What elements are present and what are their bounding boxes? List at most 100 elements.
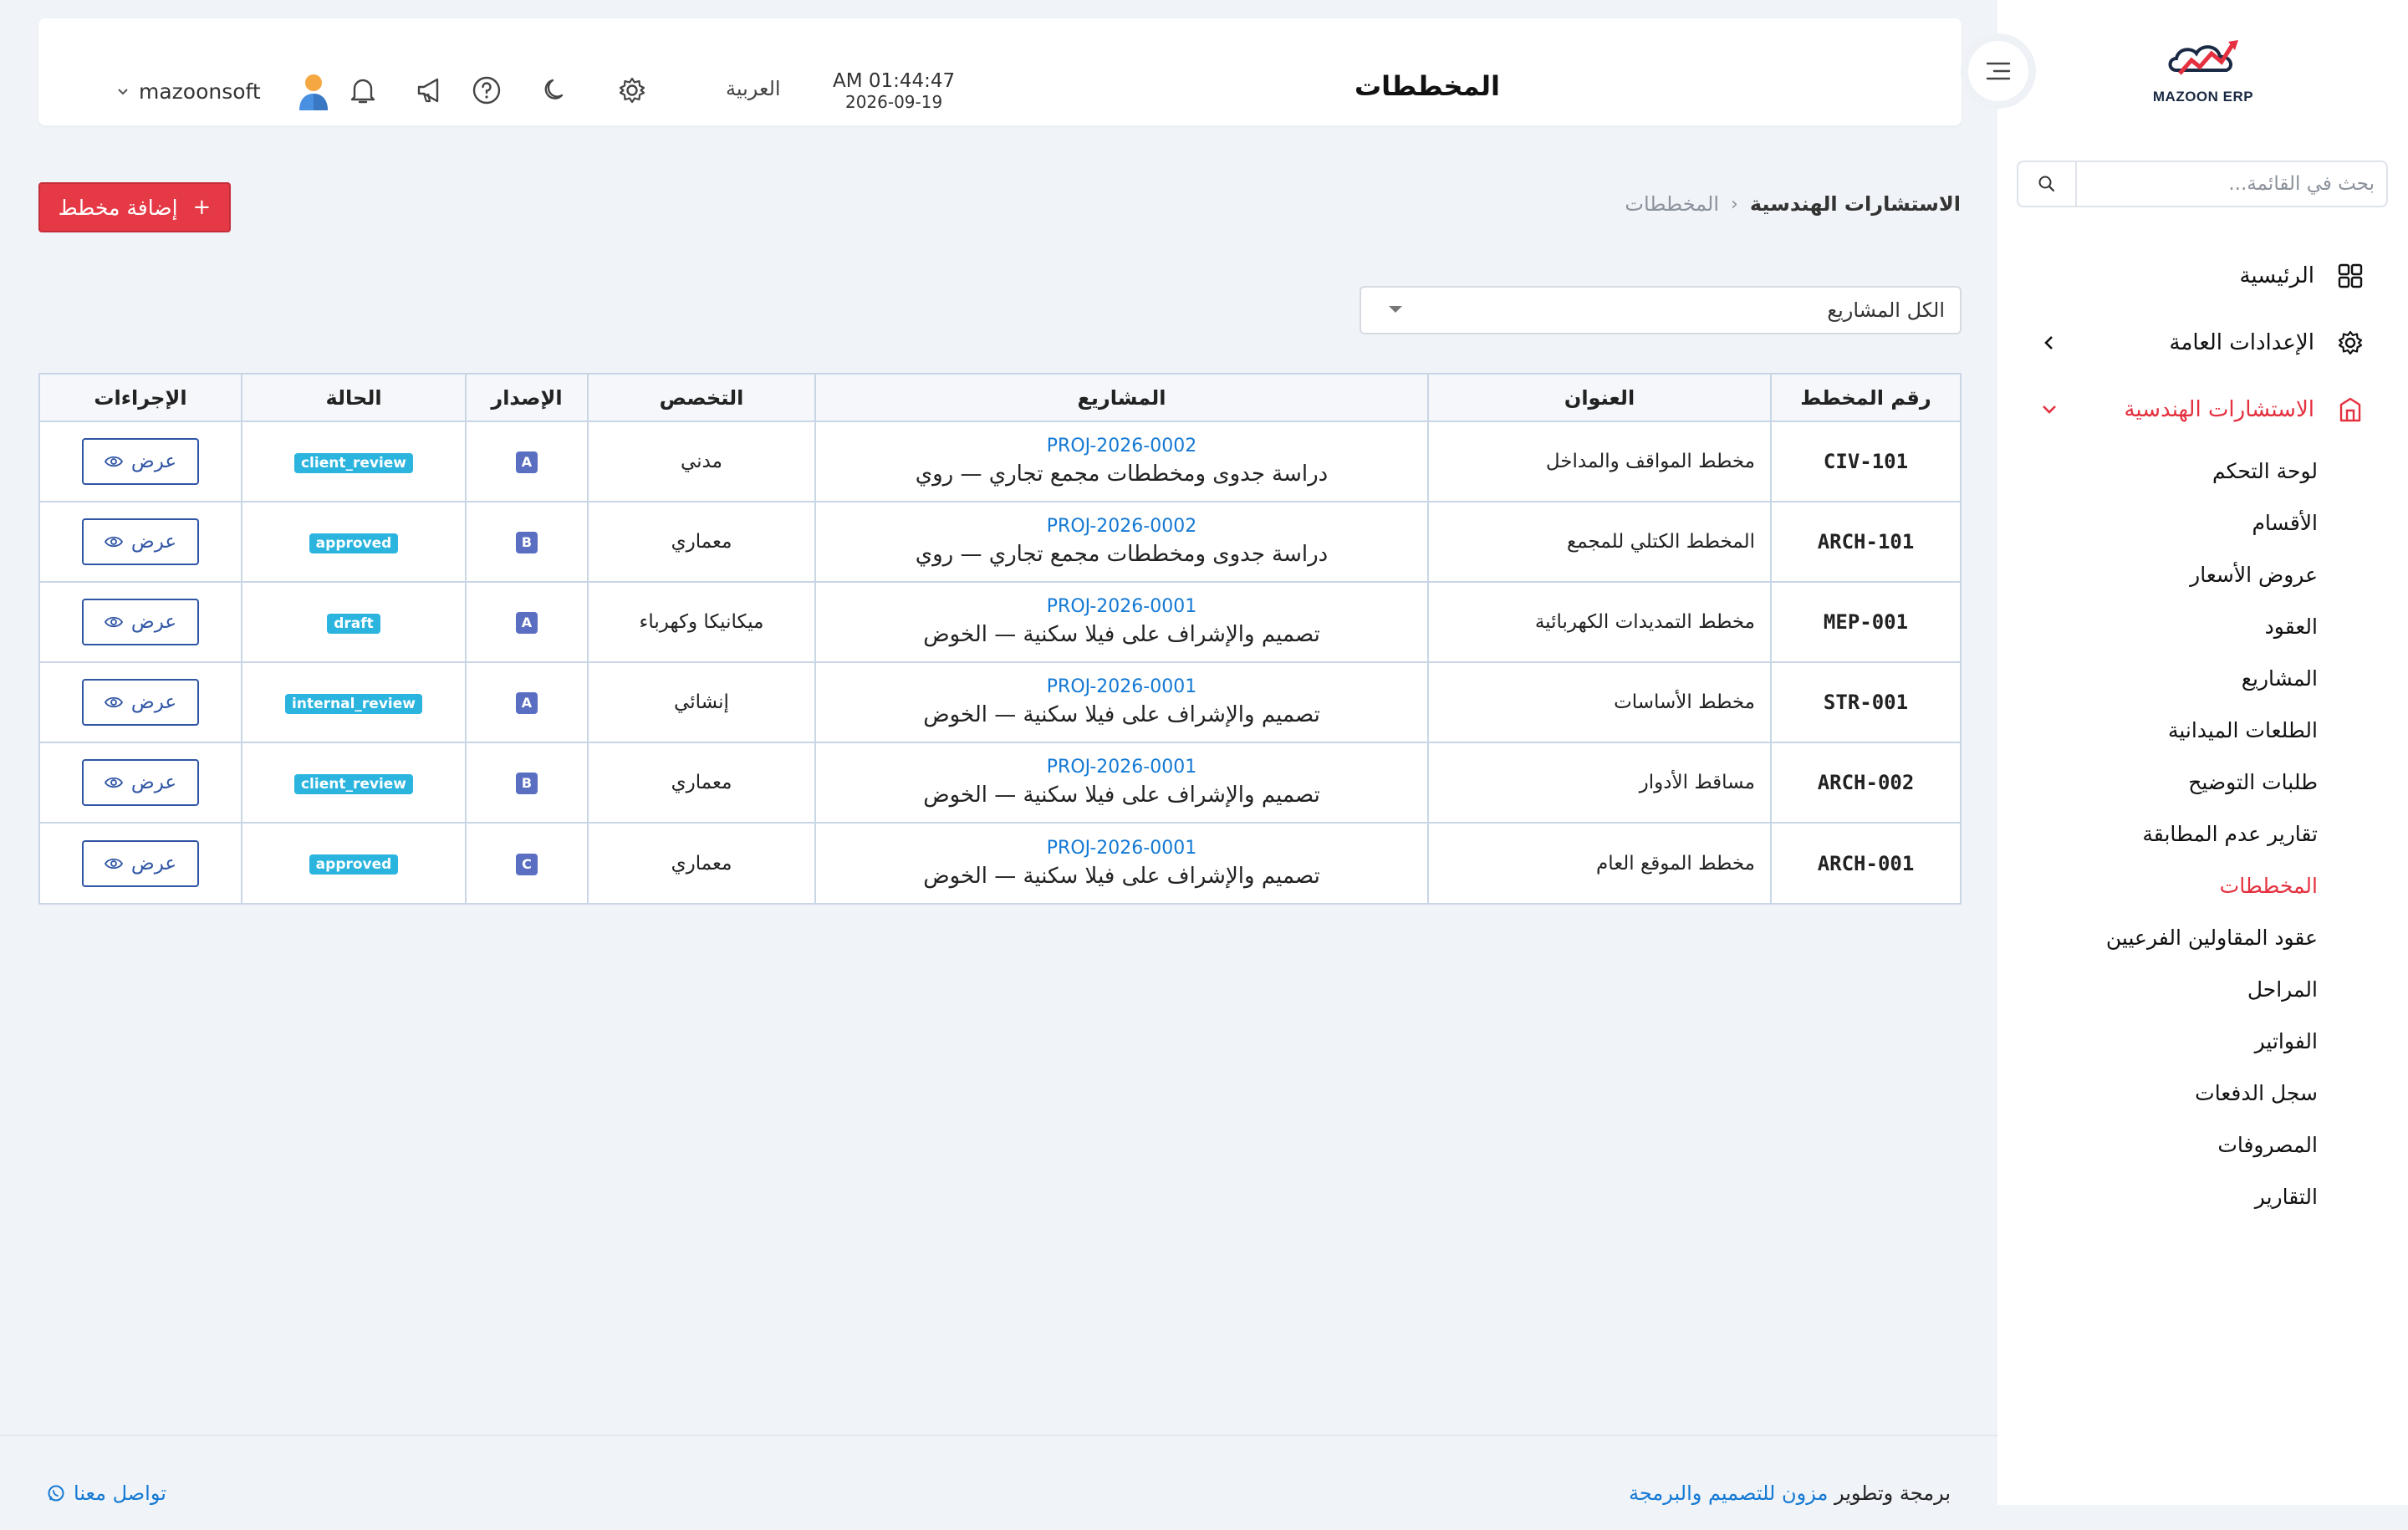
sidebar-subitem-dashboard[interactable]: لوحة التحكم (1997, 445, 2408, 497)
settings-gear-icon[interactable] (615, 74, 649, 107)
status-badge: draft (327, 613, 380, 634)
version-cell: B (465, 742, 588, 824)
table-row: STR-001 مخطط الأساسات PROJ-2026-0001 تصم… (40, 662, 1960, 743)
sidebar-subitem-drawings[interactable]: المخططات (1997, 859, 2408, 911)
project-name: تصميم والإشراف على فيلا سكنية — الخوض (923, 783, 1320, 808)
actions-cell: عرض (40, 662, 242, 743)
drawings-table: رقم المخطط العنوان المشاريع التخصص الإصد… (38, 373, 1962, 905)
view-button[interactable]: عرض (82, 679, 199, 726)
sidebar: MAZOON ERP الرئيسية الإعدادات العامة (1997, 0, 2408, 1505)
footer-credit-prefix: برمجة وتطوير (1834, 1482, 1951, 1505)
project-code-link[interactable]: PROJ-2026-0002 (816, 514, 1427, 539)
bell-icon[interactable] (346, 74, 380, 107)
project-cell: PROJ-2026-0002 دراسة جدوى ومخططات مجمع ت… (814, 421, 1428, 502)
sidebar-subitem-ncr[interactable]: تقارير عدم المطابقة (1997, 808, 2408, 859)
status-cell: internal_review (241, 662, 466, 743)
status-badge: client_review (293, 452, 414, 473)
sidebar-subitem-subcontracts[interactable]: عقود المقاولين الفرعيين (1997, 911, 2408, 963)
sidebar-toggle[interactable] (1961, 33, 2036, 109)
col-header-title: العنوان (1427, 375, 1771, 422)
project-filter-select[interactable]: الكل المشاريع (1360, 286, 1962, 334)
logo[interactable]: MAZOON ERP (2149, 37, 2258, 112)
plus-icon: + (192, 195, 212, 220)
table-header-row: رقم المخطط العنوان المشاريع التخصص الإصد… (40, 375, 1960, 422)
contact-label: تواصل معنا (74, 1482, 166, 1505)
breadcrumb-parent[interactable]: الاستشارات الهندسية (1750, 192, 1961, 216)
project-cell: PROJ-2026-0002 دراسة جدوى ومخططات مجمع ت… (814, 502, 1428, 583)
project-name: تصميم والإشراف على فيلا سكنية — الخوض (923, 863, 1320, 889)
footer-credit: برمجة وتطوير مزون للتصميم والبرمجة (1629, 1482, 1951, 1505)
sidebar-item-engineering[interactable]: الاستشارات الهندسية (1997, 376, 2408, 443)
view-button[interactable]: عرض (82, 438, 199, 485)
sidebar-subitem-projects[interactable]: المشاريع (1997, 652, 2408, 704)
actions-cell: عرض (40, 742, 242, 824)
gear-icon (2336, 329, 2365, 357)
add-drawing-label: إضافة مخطط (58, 195, 178, 220)
language-switch[interactable]: العربية (726, 77, 781, 100)
sidebar-subitem-contracts[interactable]: العقود (1997, 600, 2408, 652)
version-cell: B (465, 502, 588, 583)
status-badge: client_review (293, 773, 414, 794)
sidebar-search-input[interactable] (2077, 173, 2386, 195)
drawing-title: مخطط الموقع العام (1427, 823, 1771, 903)
discipline: مدني (587, 421, 815, 502)
col-header-actions: الإجراءات (40, 375, 242, 422)
project-code-link[interactable]: PROJ-2026-0001 (816, 594, 1427, 620)
actions-cell: عرض (40, 823, 242, 903)
project-cell: PROJ-2026-0001 تصميم والإشراف على فيلا س… (814, 662, 1428, 743)
project-code-link[interactable]: PROJ-2026-0001 (816, 755, 1427, 780)
footer-credit-link[interactable]: مزون للتصميم والبرمجة (1629, 1482, 1828, 1505)
sidebar-subitem-site-visits[interactable]: الطلعات الميدانية (1997, 704, 2408, 756)
drawing-code: ARCH-002 (1770, 742, 1960, 824)
sidebar-item-home[interactable]: الرئيسية (1997, 242, 2408, 309)
project-code-link[interactable]: PROJ-2026-0001 (816, 836, 1427, 861)
version-badge: C (516, 853, 538, 875)
add-drawing-button[interactable]: + إضافة مخطط (38, 182, 231, 232)
view-button[interactable]: عرض (82, 518, 199, 565)
sidebar-item-settings[interactable]: الإعدادات العامة (1997, 309, 2408, 376)
sidebar-subitem-payments[interactable]: سجل الدفعات (1997, 1067, 2408, 1119)
username: mazoonsoft (139, 79, 261, 104)
sidebar-subitem-departments[interactable]: الأقسام (1997, 497, 2408, 548)
sidebar-subitem-invoices[interactable]: الفواتير (1997, 1015, 2408, 1067)
view-label: عرض (130, 531, 177, 553)
project-code-link[interactable]: PROJ-2026-0001 (816, 675, 1427, 700)
avatar (293, 70, 334, 112)
eye-icon (104, 536, 123, 548)
project-name: دراسة جدوى ومخططات مجمع تجاري — روي (915, 542, 1329, 567)
chevron-left-icon (2039, 333, 2059, 353)
eye-icon (104, 696, 123, 708)
view-button[interactable]: عرض (82, 599, 199, 645)
drawing-code: CIV-101 (1770, 421, 1960, 502)
eye-icon (104, 858, 123, 869)
project-cell: PROJ-2026-0001 تصميم والإشراف على فيلا س… (814, 742, 1428, 824)
sidebar-search (2017, 161, 2388, 207)
moon-icon[interactable] (538, 74, 572, 107)
project-code-link[interactable]: PROJ-2026-0002 (816, 434, 1427, 459)
sidebar-subitem-phases[interactable]: المراحل (1997, 963, 2408, 1015)
view-label: عرض (130, 852, 177, 875)
sidebar-subitem-rfi[interactable]: طلبات التوضيح (1997, 756, 2408, 808)
sidebar-subitem-expenses[interactable]: المصروفات (1997, 1119, 2408, 1170)
version-cell: C (465, 823, 588, 903)
view-label: عرض (130, 772, 177, 793)
contact-link[interactable]: تواصل معنا (47, 1482, 166, 1505)
sidebar-subitem-quotations[interactable]: عروض الأسعار (1997, 548, 2408, 600)
search-icon[interactable] (2018, 162, 2077, 206)
drawing-code: ARCH-101 (1770, 502, 1960, 583)
view-button[interactable]: عرض (82, 759, 199, 806)
user-menu[interactable]: mazoonsoft (117, 70, 334, 112)
drawing-title: المخطط الكتلي للمجمع (1427, 502, 1771, 583)
help-icon[interactable] (470, 74, 503, 107)
version-badge: A (516, 451, 538, 473)
view-button[interactable]: عرض (82, 839, 199, 887)
col-header-project: المشاريع (814, 375, 1428, 422)
logo-icon (2168, 40, 2238, 75)
status-badge: approved (309, 854, 399, 875)
chevron-down-icon (2039, 400, 2059, 420)
megaphone-icon[interactable] (413, 74, 446, 107)
sidebar-nav: الرئيسية الإعدادات العامة الاستشارات اله… (1997, 242, 2408, 1222)
sidebar-subitem-reports[interactable]: التقارير (1997, 1170, 2408, 1222)
eye-icon (104, 456, 123, 467)
table-row: ARCH-002 مساقط الأدوار PROJ-2026-0001 تص… (40, 742, 1960, 824)
